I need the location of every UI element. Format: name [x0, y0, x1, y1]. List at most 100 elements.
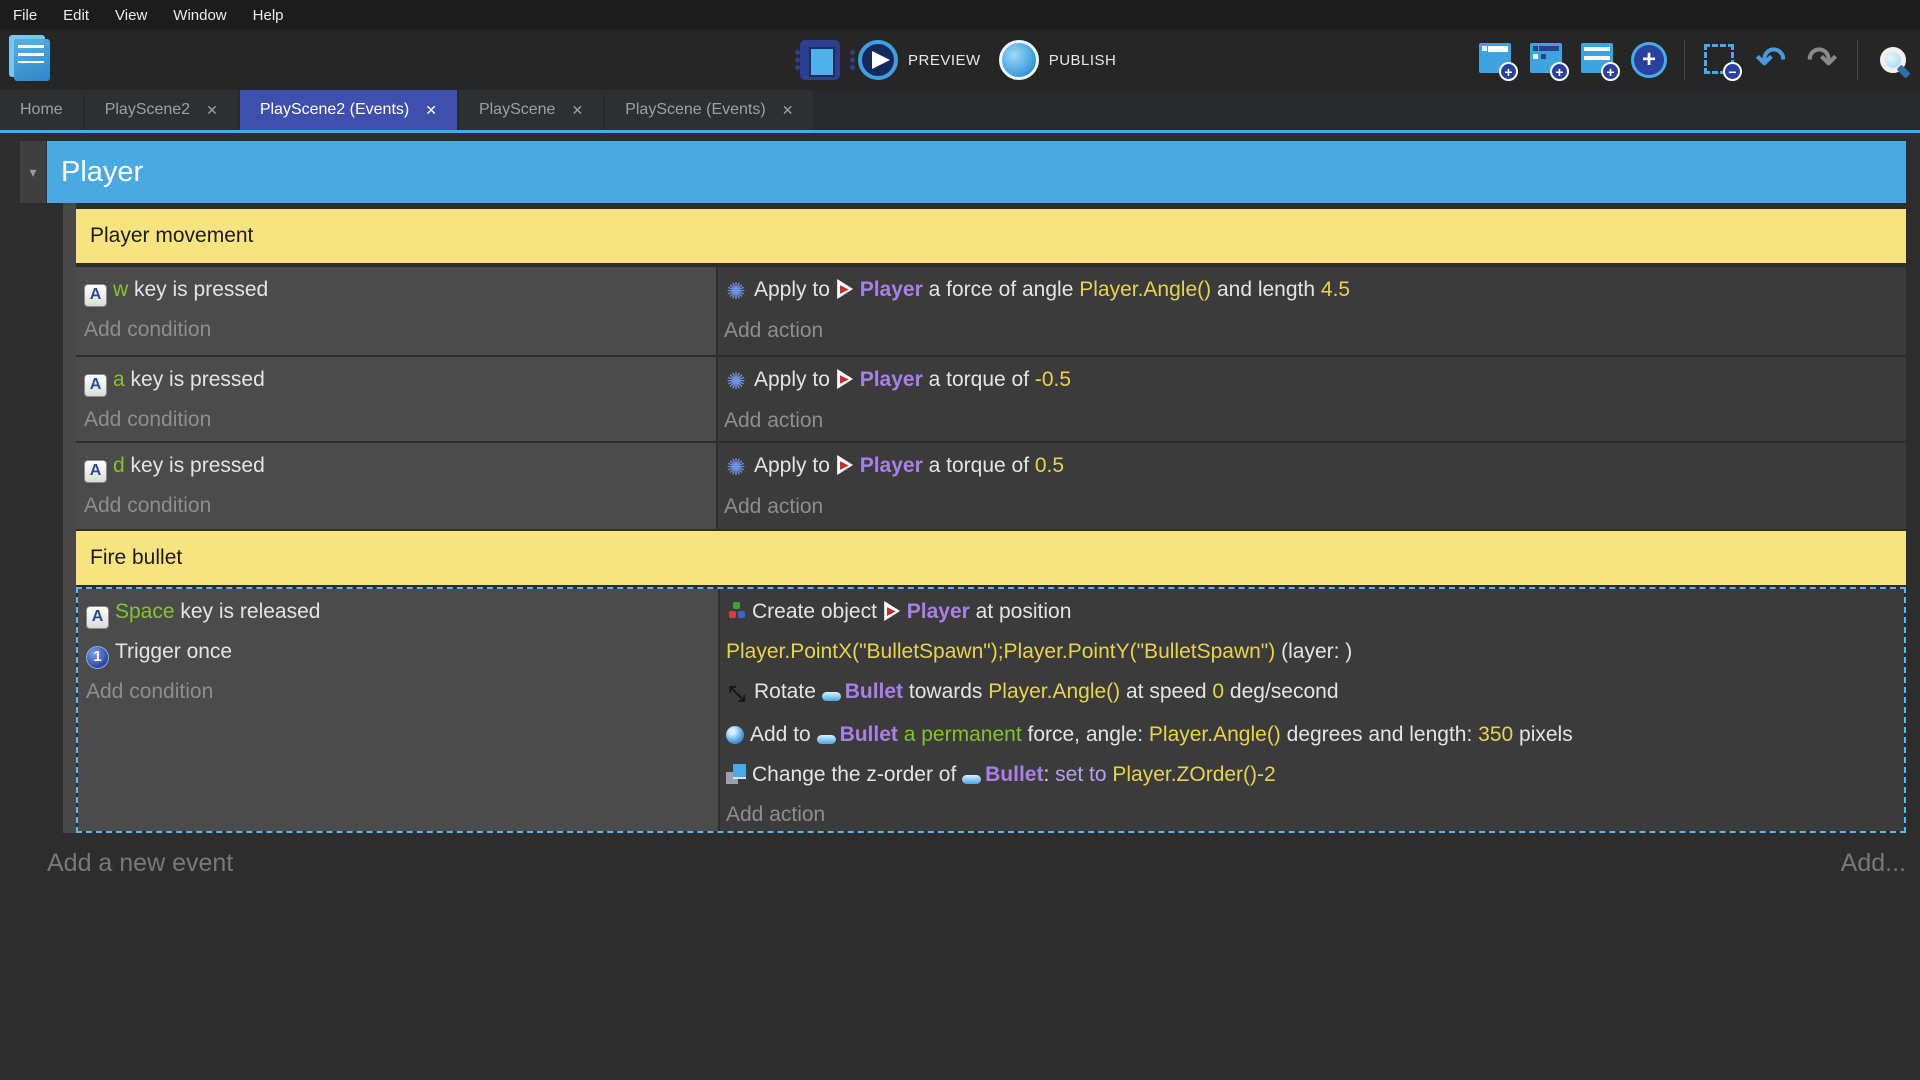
conditions-cell[interactable]: Aw key is pressed Add condition [76, 267, 718, 355]
text-segment: a permanent [897, 723, 1022, 746]
add-comment-button[interactable]: + [1579, 41, 1620, 81]
search-icon [1880, 47, 1906, 73]
action-line-wrap[interactable]: Player.PointX("BulletSpawn");Player.Poin… [726, 632, 1904, 672]
add-action-button[interactable]: Add action [726, 795, 1904, 831]
event-row: Aw key is pressed Add condition ✺ Apply t… [76, 267, 1906, 355]
event-group-header[interactable]: Player [47, 141, 1906, 203]
menu-window[interactable]: Window [160, 0, 239, 30]
toolbar-separator [1684, 40, 1685, 80]
menu-file[interactable]: File [0, 0, 50, 30]
conditions-cell[interactable]: Aa key is pressed Add condition [76, 357, 718, 441]
add-condition-button[interactable]: Add condition [84, 400, 716, 440]
add-action-button[interactable]: Add action [724, 401, 1906, 441]
trigger-once-icon: 1 [86, 645, 109, 669]
condition-line[interactable]: Aa key is pressed [84, 360, 716, 400]
text-segment: Player.Angle() [988, 680, 1121, 703]
add-condition-button[interactable]: Add condition [84, 486, 716, 526]
text-segment: at position [969, 600, 1072, 623]
condition-line[interactable]: Aw key is pressed [84, 270, 716, 310]
comment-player-movement[interactable]: Player movement [76, 209, 1906, 263]
actions-cell[interactable]: Create object Player at position Player.… [720, 589, 1904, 831]
tab-label: PlayScene2 (Events) [259, 101, 410, 118]
actions-cell[interactable]: ✺ Apply to Player a torque of -0.5 Add ac… [718, 357, 1906, 441]
add-event-button[interactable]: + [1477, 41, 1518, 81]
action-line[interactable]: ⤡ Rotate Bullet towards Player.Angle() at… [726, 672, 1904, 715]
redo-icon: ↷ [1806, 39, 1838, 80]
close-icon[interactable]: ✕ [782, 102, 794, 119]
action-line[interactable]: ✺ Apply to Player a torque of -0.5 [724, 360, 1906, 401]
text-segment: Player [859, 278, 923, 301]
event-row-selected: A Space key is released 1 Trigger once Add… [76, 587, 1906, 833]
preview-label: PREVIEW [908, 51, 981, 69]
create-object-icon [726, 599, 746, 621]
add-condition-button[interactable]: Add condition [84, 310, 716, 350]
tab-playscene2[interactable]: PlayScene2 ✕ [84, 90, 238, 130]
add-subevent-button[interactable]: + [1528, 41, 1569, 81]
physics-icon: ✺ [726, 368, 746, 394]
add-action-button[interactable]: Add action [724, 311, 1906, 351]
publish-label: PUBLISH [1048, 51, 1117, 69]
events-toolbar: + + + + − ↶ ↷ [1477, 30, 1912, 90]
plus-badge-icon: + [1601, 62, 1620, 81]
zorder-icon [726, 764, 746, 784]
tab-playscene[interactable]: PlayScene ✕ [458, 90, 604, 130]
text-segment: Apply to [754, 454, 836, 477]
debug-icon[interactable] [795, 40, 855, 80]
text-segment: : [1043, 763, 1056, 786]
text-segment: Rotate [754, 680, 822, 703]
text-segment: Create object [752, 600, 883, 623]
condition-line[interactable]: Ad key is pressed [84, 446, 716, 486]
text-segment: a torque of [922, 368, 1035, 391]
redo-button[interactable]: ↷ [1803, 41, 1841, 79]
add-action-button[interactable]: Add action [724, 487, 1906, 527]
action-line[interactable]: Create object Player at position [726, 592, 1904, 632]
tab-home[interactable]: Home [0, 90, 83, 130]
menu-view[interactable]: View [102, 0, 160, 30]
add-other-event-button[interactable]: + [1630, 41, 1668, 79]
menu-help[interactable]: Help [240, 0, 297, 30]
keyboard-icon: A [86, 605, 109, 629]
conditions-cell[interactable]: Ad key is pressed Add condition [76, 443, 718, 529]
text-segment: d [113, 454, 125, 477]
close-icon[interactable]: ✕ [425, 102, 437, 119]
center-tools: PREVIEW PUBLISH [795, 30, 1117, 90]
text-segment: 0.5 [1034, 454, 1065, 477]
action-line[interactable]: Add to Bullet a permanent force, angle: … [726, 715, 1904, 755]
project-manager-icon[interactable] [14, 39, 50, 81]
condition-line[interactable]: A Space key is released [86, 592, 718, 632]
tab-playscene-events[interactable]: PlayScene (Events) ✕ [605, 90, 814, 130]
text-segment: Apply to [754, 278, 836, 301]
menu-edit[interactable]: Edit [50, 0, 102, 30]
text-segment: Trigger once [115, 640, 233, 663]
group-collapse-button[interactable]: ▾ [20, 141, 46, 203]
search-button[interactable] [1874, 41, 1912, 79]
action-line[interactable]: ✺ Apply to Player a force of angle Player… [724, 270, 1906, 311]
text-segment: 350 [1478, 723, 1514, 746]
actions-cell[interactable]: ✺ Apply to Player a force of angle Player… [718, 267, 1906, 355]
text-segment: 0 [1212, 680, 1225, 703]
conditions-cell[interactable]: A Space key is released 1 Trigger once Add… [78, 589, 720, 831]
tab-playscene2-events[interactable]: PlayScene2 (Events) ✕ [239, 90, 457, 130]
text-segment: -0.5 [1034, 368, 1072, 391]
add-condition-button[interactable]: Add condition [86, 672, 718, 712]
preview-button[interactable]: PREVIEW [858, 40, 981, 80]
condition-line[interactable]: 1 Trigger once [86, 632, 718, 672]
plus-badge-icon: + [1499, 62, 1518, 81]
action-line[interactable]: ✺ Apply to Player a torque of 0.5 [724, 446, 1906, 487]
actions-cell[interactable]: ✺ Apply to Player a torque of 0.5 Add act… [718, 443, 1906, 529]
close-icon[interactable]: ✕ [206, 102, 218, 119]
text-segment: pixels [1513, 723, 1573, 746]
close-icon[interactable]: ✕ [571, 102, 583, 119]
action-line[interactable]: Change the z-order of Bullet: set to Pla… [726, 755, 1904, 795]
add-button[interactable]: Add... [1841, 849, 1906, 878]
delete-selection-button[interactable]: − [1701, 41, 1742, 81]
text-segment: Bullet [985, 763, 1044, 786]
text-segment: Player.PointX("BulletSpawn");Player.Poin… [726, 640, 1276, 663]
add-new-event-button[interactable]: Add a new event [47, 849, 233, 878]
physics-icon: ✺ [726, 278, 746, 304]
undo-button[interactable]: ↶ [1752, 41, 1790, 79]
chevron-down-icon: ▾ [29, 163, 37, 180]
comment-fire-bullet[interactable]: Fire bullet [76, 531, 1906, 585]
publish-button[interactable]: PUBLISH [998, 40, 1117, 80]
tab-bar: Home PlayScene2 ✕ PlayScene2 (Events) ✕ … [0, 90, 1920, 133]
